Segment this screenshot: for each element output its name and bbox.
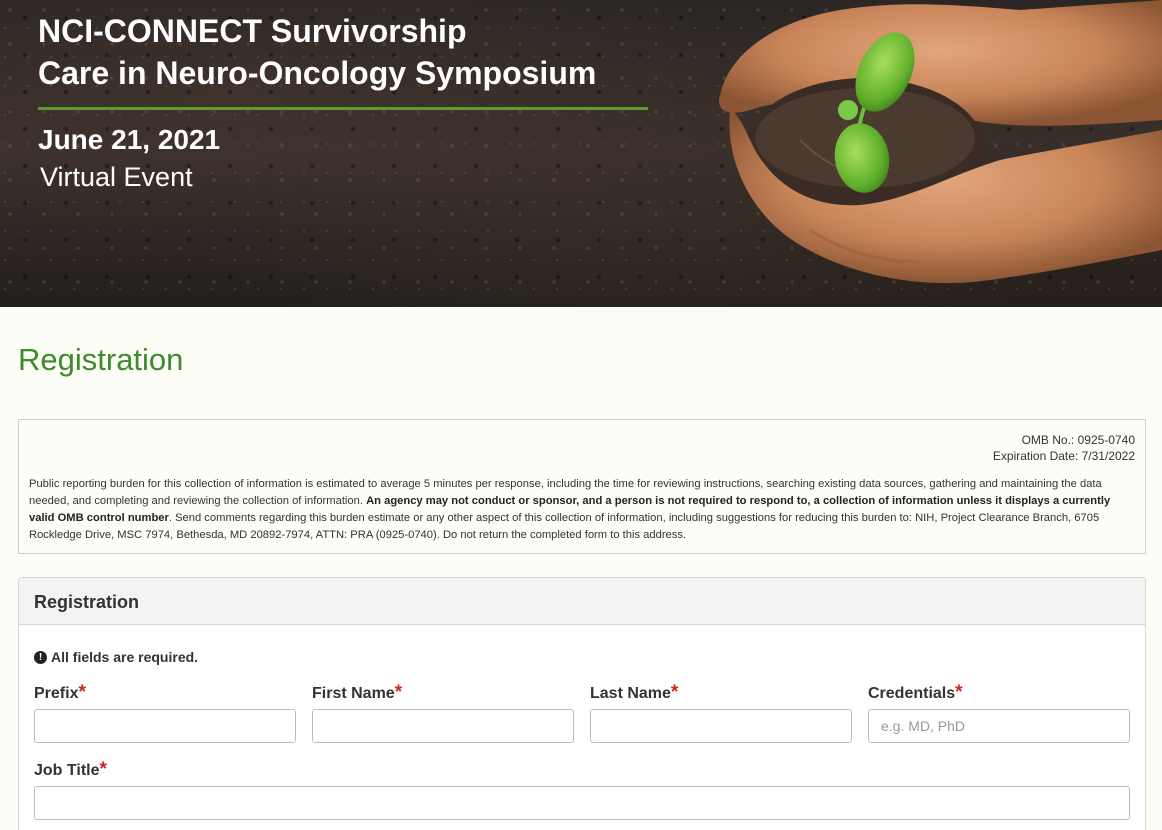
last-name-input[interactable]: [590, 709, 852, 743]
credentials-label: Credentials*: [868, 682, 963, 704]
required-star: *: [955, 682, 963, 703]
hero-banner: NCI-CONNECT Survivorship Care in Neuro-O…: [0, 0, 1162, 307]
credentials-input[interactable]: [868, 709, 1130, 743]
first-name-label-text: First Name: [312, 685, 395, 702]
required-star: *: [394, 682, 403, 703]
hero-title: NCI-CONNECT Survivorship Care in Neuro-O…: [38, 10, 596, 94]
prefix-input[interactable]: [34, 709, 296, 743]
burden-statement: Public reporting burden for this collect…: [29, 476, 1135, 544]
required-star: *: [670, 682, 679, 703]
hero-title-line2: Care in Neuro-Oncology Symposium: [38, 55, 597, 91]
last-name-label: Last Name*: [590, 682, 678, 704]
omb-notice: OMB No.: 0925-0740 Expiration Date: 7/31…: [18, 419, 1146, 554]
burden-text-part2: . Send comments regarding this burden es…: [29, 512, 1100, 541]
prefix-label: Prefix*: [34, 682, 86, 704]
page-title: Registration: [18, 342, 184, 377]
first-name-label: First Name*: [312, 682, 402, 704]
hero-title-line1: NCI-CONNECT Survivorship: [38, 13, 467, 49]
event-type: Virtual Event: [40, 162, 193, 192]
credentials-label-text: Credentials: [868, 685, 956, 702]
info-icon: !: [34, 650, 47, 664]
required-star: *: [99, 759, 107, 780]
panel-heading: Registration: [19, 578, 1145, 625]
required-note-text: All fields are required.: [51, 649, 199, 665]
job-title-input[interactable]: [34, 786, 1130, 820]
last-name-label-text: Last Name: [590, 685, 671, 702]
hero-divider: [38, 107, 648, 110]
job-title-label: Job Title*: [34, 759, 107, 781]
first-name-input[interactable]: [312, 709, 574, 743]
registration-panel: Registration ! All fields are required. …: [18, 577, 1146, 830]
prefix-label-text: Prefix: [34, 685, 79, 702]
job-title-label-text: Job Title: [34, 762, 100, 779]
event-date: June 21, 2021: [38, 124, 221, 155]
required-star: *: [78, 682, 86, 703]
omb-expiration: Expiration Date: 7/31/2022: [992, 449, 1135, 463]
required-note: ! All fields are required.: [34, 649, 198, 665]
omb-number: OMB No.: 0925-0740: [1021, 433, 1135, 447]
hands-seedling-image: [719, 0, 1162, 284]
